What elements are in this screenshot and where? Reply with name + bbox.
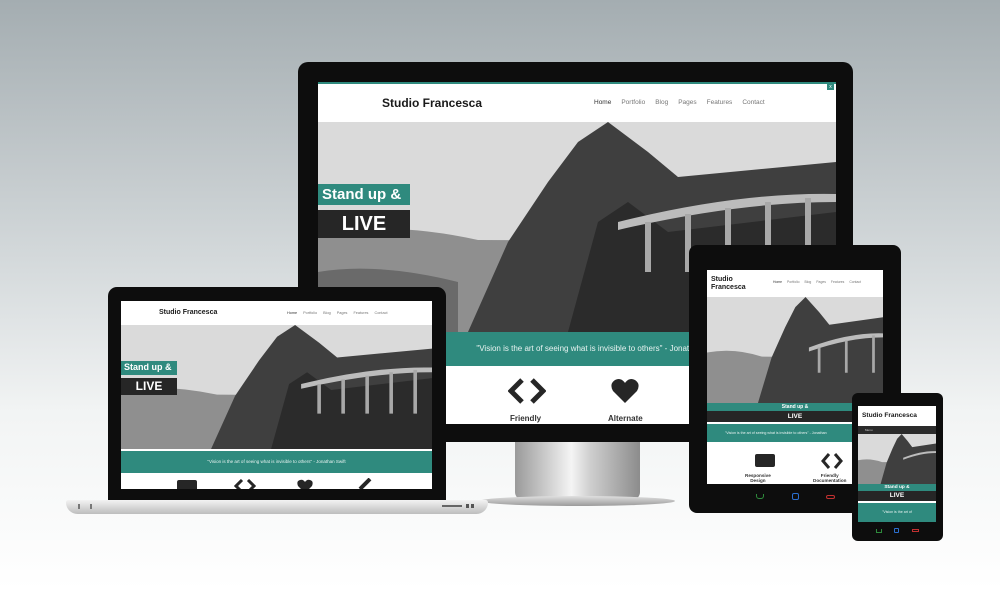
laptop-vent-icon [78,504,92,509]
tablet-header: Studio Francesca Home Portfolio Blog Pag… [707,270,883,297]
laptop-folder-icon [177,480,197,489]
phone-menu-label[interactable]: Menu [865,428,873,432]
laptop-features-row [121,473,432,489]
nav-home[interactable]: Home [594,99,611,106]
laptop-nav-contact[interactable]: Contact [374,311,387,315]
phone-home-icon[interactable] [894,528,899,533]
tablet-nav-contact[interactable]: Contact [849,280,861,284]
hero-headline-line1: Stand up & [318,184,410,205]
nav-pages[interactable]: Pages [678,99,696,106]
ad-close-icon[interactable]: x [827,84,834,90]
laptop-nav: Home Portfolio Blog Pages Features Conta… [287,311,388,315]
laptop-logo[interactable]: Studio Francesca [159,309,217,316]
tablet-menu-icon[interactable] [826,495,835,499]
phone-hero-line1: Stand up & [858,484,936,491]
nav-contact[interactable]: Contact [742,99,764,106]
phone-quote-banner: "Vision is the art of [858,503,936,522]
phone-landscape-image [858,434,936,484]
site-nav: Home Portfolio Blog Pages Features Conta… [594,99,765,106]
tablet-nav: Home Portfolio Blog Pages Features Conta… [773,280,861,284]
laptop-slot [442,505,462,507]
laptop-base [66,500,488,514]
tablet-feature-responsive: Responsive Design [745,473,771,483]
laptop-led [466,504,474,508]
monitor-base [480,496,675,506]
tablet-folder-icon [755,454,775,467]
nav-features[interactable]: Features [707,99,733,106]
hero-headline-line2: LIVE [318,210,410,238]
laptop-screen: Studio Francesca Home Portfolio Blog Pag… [121,301,432,489]
tablet-logo-line2[interactable]: Francesca [711,284,746,291]
tablet-feature-friendly: Friendly Documentation [813,473,847,483]
tablet-nav-portfolio[interactable]: Portfolio [787,280,799,284]
tablet-nav-blog[interactable]: Blog [805,280,812,284]
site-logo[interactable]: Studio Francesca [382,96,482,110]
laptop-nav-pages[interactable]: Pages [337,311,348,315]
laptop-link-icon [358,478,372,489]
phone-screen: Studio Francesca Menu Stand up & LIVE "V… [858,406,936,522]
monitor-stand [515,440,640,500]
laptop-hero-image: Stand up & LIVE [121,325,432,449]
laptop-quote-banner: "Vision is the art of seeing what is inv… [121,451,432,473]
desktop-header: Studio Francesca Home Portfolio Blog Pag… [318,82,836,122]
code-icon [508,378,546,404]
tablet-nav-home[interactable]: Home [773,280,782,284]
tablet-landscape-image [707,297,883,403]
feature-label-alternate: Alternate [608,414,643,423]
tablet-hero-image [707,297,883,403]
phone-header: Studio Francesca [858,406,936,426]
tablet-nav-pages[interactable]: Pages [816,280,826,284]
heart-icon [611,379,639,403]
nav-portfolio[interactable]: Portfolio [621,99,645,106]
tablet-nav-features[interactable]: Features [831,280,844,284]
phone-back-icon[interactable] [876,529,882,533]
laptop-code-icon [234,479,256,489]
laptop-header: Studio Francesca Home Portfolio Blog Pag… [121,301,432,325]
laptop-nav-home[interactable]: Home [287,311,297,315]
tablet-back-icon[interactable] [756,494,764,499]
tablet-code-icon [821,453,843,469]
laptop-nav-portfolio[interactable]: Portfolio [303,311,317,315]
phone-hero-line2: LIVE [858,491,936,501]
laptop-nav-blog[interactable]: Blog [323,311,331,315]
laptop-nav-features[interactable]: Features [353,311,368,315]
phone-hero-image [858,434,936,484]
phone-menu-bar[interactable]: Menu [858,426,936,434]
laptop-hero-line1: Stand up & [121,361,177,375]
phone-logo[interactable]: Studio Francesca [862,412,917,419]
laptop-heart-icon [297,479,313,489]
nav-blog[interactable]: Blog [655,99,668,106]
laptop-hero-line2: LIVE [121,378,177,395]
tablet-logo-line1[interactable]: Studio [711,276,733,283]
feature-label-friendly: Friendly [510,414,542,423]
tablet-home-icon[interactable] [792,493,799,500]
phone-menu-icon[interactable] [912,529,919,532]
